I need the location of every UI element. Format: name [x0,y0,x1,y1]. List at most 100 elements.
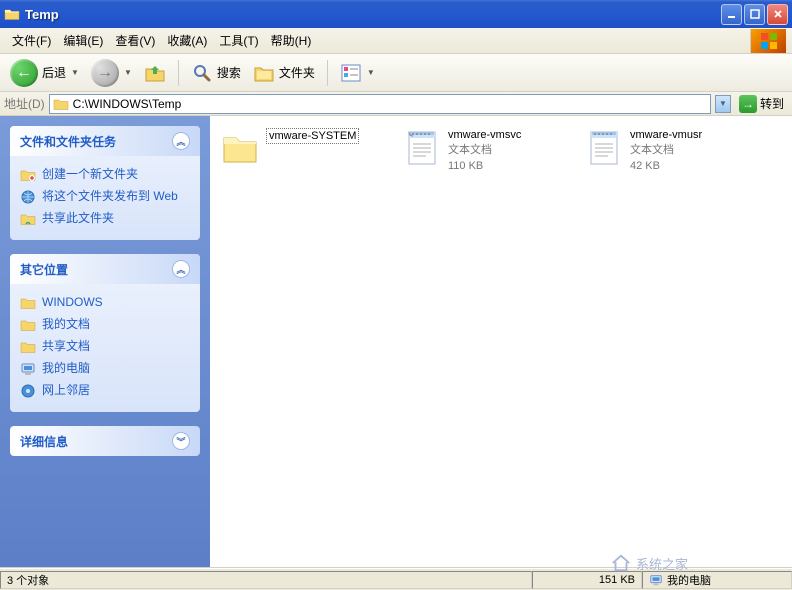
share-folder-icon [20,211,36,227]
item-size: 110 KB [448,159,521,173]
collapse-icon[interactable]: ︽ [172,260,190,278]
task-label: 将这个文件夹发布到 Web [42,189,178,205]
tasks-panel-header[interactable]: 文件和文件夹任务 ︽ [10,126,200,156]
folder-icon [20,317,36,333]
close-button[interactable] [767,4,788,25]
item-size: 42 KB [630,159,702,173]
folder-icon [4,6,20,22]
place-windows[interactable]: WINDOWS [20,292,190,314]
search-icon [191,62,213,84]
search-button[interactable]: 搜索 [187,60,245,86]
details-panel: 详细信息 ︾ [10,426,200,456]
chevron-down-icon[interactable]: ▼ [71,68,79,77]
place-label: 共享文档 [42,339,90,355]
menu-edit[interactable]: 编辑(E) [57,29,109,52]
network-icon [20,383,36,399]
new-folder-icon [20,167,36,183]
folder-icon [20,295,36,311]
window-title: Temp [25,7,721,22]
back-button[interactable]: ← 后退 ▼ [6,57,83,89]
status-objects: 3 个对象 [0,571,532,589]
chevron-down-icon[interactable]: ▼ [124,68,132,77]
views-button[interactable]: ▼ [336,60,379,86]
task-new-folder[interactable]: 创建一个新文件夹 [20,164,190,186]
place-network[interactable]: 网上邻居 [20,380,190,402]
place-label: 我的电脑 [42,361,90,377]
item-type: 文本文档 [448,143,521,157]
place-mycomputer[interactable]: 我的电脑 [20,358,190,380]
back-icon: ← [10,59,38,87]
separator [178,60,179,86]
status-location-label: 我的电脑 [667,572,711,588]
menu-file[interactable]: 文件(F) [6,29,57,52]
back-label: 后退 [42,64,66,81]
folder-icon [20,339,36,355]
menubar: 文件(F) 编辑(E) 查看(V) 收藏(A) 工具(T) 帮助(H) [0,28,792,54]
file-list-pane[interactable]: vmware-SYSTEM vmware-vmsvc 文本文档 110 KB v… [210,116,792,567]
addressbar: 地址(D) ▼ → 转到 [0,92,792,116]
go-label: 转到 [760,95,784,112]
item-name: vmware-SYSTEM [266,128,359,144]
address-label: 地址(D) [4,95,45,112]
text-file-icon [402,128,442,168]
places-panel-header[interactable]: 其它位置 ︽ [10,254,200,284]
folder-up-icon [144,62,166,84]
menu-favorites[interactable]: 收藏(A) [161,29,213,52]
menu-help[interactable]: 帮助(H) [265,29,318,52]
globe-icon [20,189,36,205]
place-shareddocs[interactable]: 共享文档 [20,336,190,358]
places-panel-title: 其它位置 [20,261,68,278]
details-panel-title: 详细信息 [20,433,68,450]
statusbar: 3 个对象 151 KB 我的电脑 [0,568,792,590]
folders-label: 文件夹 [279,64,315,81]
folder-icon [220,128,260,168]
address-dropdown-button[interactable]: ▼ [715,95,731,113]
task-share-folder[interactable]: 共享此文件夹 [20,208,190,230]
views-icon [340,62,362,84]
text-file-icon [584,128,624,168]
place-label: WINDOWS [42,295,103,311]
list-item[interactable]: vmware-vmsvc 文本文档 110 KB [402,128,578,173]
status-size: 151 KB [532,571,642,589]
computer-icon [20,361,36,377]
search-label: 搜索 [217,64,241,81]
item-name: vmware-vmsvc [448,128,521,142]
tasks-panel-title: 文件和文件夹任务 [20,133,116,150]
windows-logo-icon [750,29,786,53]
task-publish-web[interactable]: 将这个文件夹发布到 Web [20,186,190,208]
go-button[interactable]: → 转到 [735,94,788,114]
status-location: 我的电脑 [642,571,792,589]
details-panel-header[interactable]: 详细信息 ︾ [10,426,200,456]
address-input-wrap[interactable] [49,94,711,114]
separator [327,60,328,86]
menu-tools[interactable]: 工具(T) [213,29,264,52]
sidebar: 文件和文件夹任务 ︽ 创建一个新文件夹 将这个文件夹发布到 Web 共享此文件夹 [0,116,210,567]
folders-button[interactable]: 文件夹 [249,60,319,86]
maximize-button[interactable] [744,4,765,25]
item-name: vmware-vmusr [630,128,702,142]
forward-button[interactable]: → ▼ [87,57,136,89]
minimize-button[interactable] [721,4,742,25]
toolbar: ← 后退 ▼ → ▼ 搜索 文件夹 ▼ [0,54,792,92]
expand-icon[interactable]: ︾ [172,432,190,450]
address-input[interactable] [73,97,707,111]
computer-icon [649,573,663,587]
forward-icon: → [91,59,119,87]
collapse-icon[interactable]: ︽ [172,132,190,150]
chevron-down-icon[interactable]: ▼ [367,68,375,77]
menu-view[interactable]: 查看(V) [109,29,161,52]
item-type: 文本文档 [630,143,702,157]
list-item[interactable]: vmware-vmusr 文本文档 42 KB [584,128,760,173]
places-panel: 其它位置 ︽ WINDOWS 我的文档 共享文档 我的电脑 [10,254,200,412]
place-label: 网上邻居 [42,383,90,399]
go-icon: → [739,95,757,113]
window-titlebar: Temp [0,0,792,28]
tasks-panel: 文件和文件夹任务 ︽ 创建一个新文件夹 将这个文件夹发布到 Web 共享此文件夹 [10,126,200,240]
folder-icon [53,96,69,112]
list-item[interactable]: vmware-SYSTEM [220,128,396,173]
task-label: 共享此文件夹 [42,211,114,227]
task-label: 创建一个新文件夹 [42,167,138,183]
place-mydocs[interactable]: 我的文档 [20,314,190,336]
up-button[interactable] [140,60,170,86]
place-label: 我的文档 [42,317,90,333]
